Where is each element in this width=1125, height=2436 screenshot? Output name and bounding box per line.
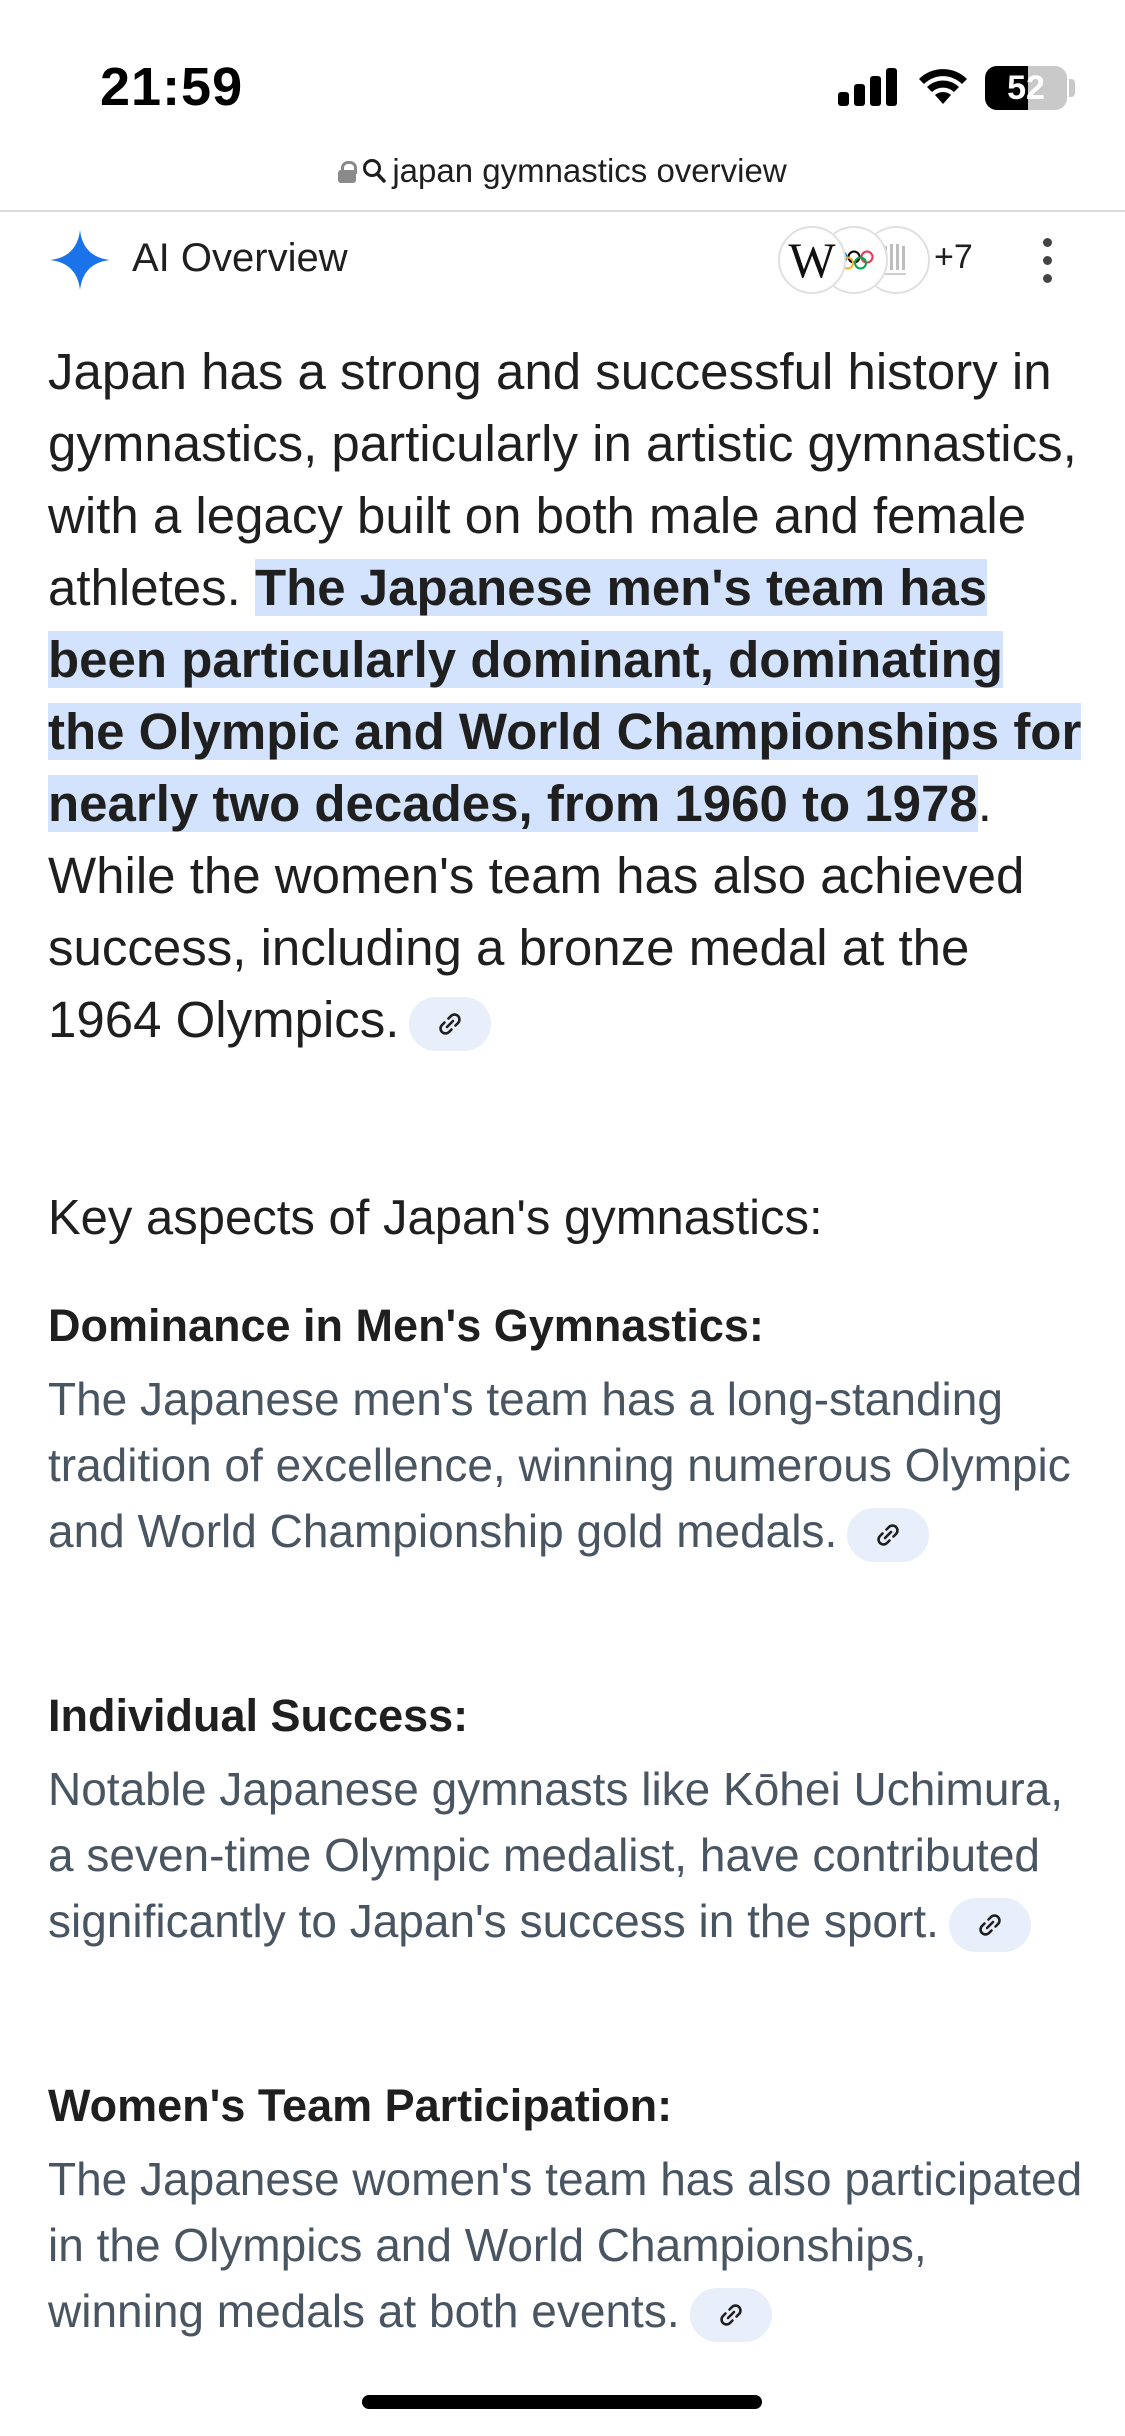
citation-link-button[interactable] [948,1897,1031,1952]
aspect-body-text: Notable Japanese gymnasts like Kōhei Uch… [48,1763,1064,1947]
key-aspects-heading: Key aspects of Japan's gymnastics: [48,1191,823,1245]
address-bar[interactable]: japan gymnastics overview [0,136,1125,206]
wifi-icon [919,69,967,104]
link-icon [719,2304,742,2326]
link-icon [877,1524,899,1546]
battery-icon: 52 [985,66,1067,110]
link-icon [439,1012,462,1035]
overview-paragraph: Japan has a strong and successful histor… [48,336,1088,1056]
battery-level: 52 [1007,69,1045,107]
citation-link-button[interactable] [847,1507,930,1562]
aspect-body: The Japanese women's team has also parti… [48,2146,1088,2344]
aspect-body: Notable Japanese gymnasts like Kōhei Uch… [48,1756,1088,1954]
source-icons[interactable]: W [778,226,930,294]
aspect-item: Women's Team Participation: The Japanese… [48,2076,1088,2344]
aspect-title: Women's Team Participation: [48,2080,673,2131]
citation-link-button[interactable] [409,996,492,1051]
home-indicator[interactable] [362,2395,762,2409]
address-bar-divider [0,210,1125,212]
status-time: 21:59 [100,57,244,117]
sources-more-count[interactable]: +7 [934,238,973,277]
lock-icon [338,161,358,183]
wikipedia-icon[interactable]: W [778,226,846,294]
ai-overview-header: AI Overview W +7 [0,220,1125,300]
aspect-title: Dominance in Men's Gymnastics: [48,1300,764,1351]
aspect-item: Dominance in Men's Gymnastics: The Japan… [48,1296,1088,1564]
aspect-item: Individual Success: Notable Japanese gym… [48,1686,1088,1954]
link-icon [979,1914,1001,1936]
aspect-title: Individual Success: [48,1690,469,1741]
citation-link-button[interactable] [689,2287,772,2342]
url-text: japan gymnastics overview [392,152,787,189]
aspect-body: The Japanese men's team has a long-stand… [48,1366,1088,1564]
more-options-icon[interactable] [1040,238,1054,284]
search-icon [363,159,387,183]
aspect-body-text: The Japanese women's team has also parti… [48,2153,1083,2337]
ai-overview-title: AI Overview [132,236,348,280]
sparkle-icon [50,230,110,290]
status-bar: 21:59 52 [0,0,1125,140]
cellular-signal-icon [838,66,900,106]
battery-tip [1069,79,1075,97]
